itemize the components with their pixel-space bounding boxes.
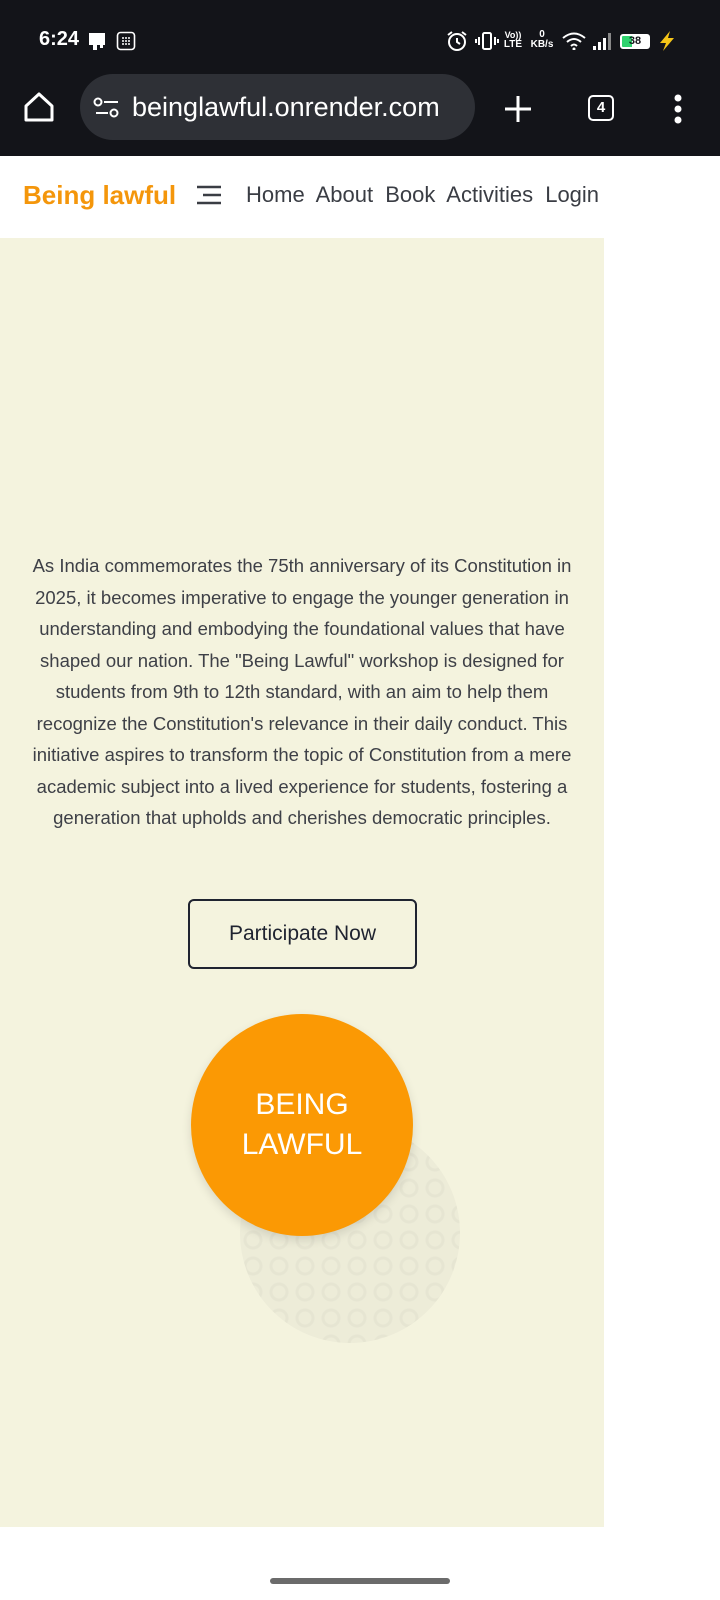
keypad-notification-icon — [116, 31, 136, 56]
site-header: Being lawful Home About Book Activities … — [0, 156, 604, 238]
being-lawful-logo: BEING LAWFUL — [191, 1014, 413, 1236]
status-bar: 6:24 Vo)) LTE 0 KB/s 38 — [0, 0, 720, 82]
site-nav: Home About Book Activities Login — [246, 182, 605, 208]
vibrate-icon — [475, 31, 499, 56]
more-options-icon[interactable] — [673, 94, 683, 129]
web-page: Being lawful Home About Book Activities … — [0, 156, 604, 1527]
site-settings-icon[interactable] — [93, 97, 121, 124]
tab-switcher-button[interactable]: 4 — [588, 95, 614, 121]
new-tab-icon[interactable] — [503, 94, 533, 129]
volte-indicator: Vo)) LTE — [503, 30, 523, 50]
hamburger-menu-icon[interactable] — [196, 182, 222, 213]
logo-text: BEING LAWFUL — [241, 1088, 363, 1161]
nav-home-link[interactable]: Home — [246, 182, 305, 207]
home-icon[interactable] — [22, 91, 56, 128]
network-speed: 0 KB/s — [528, 30, 556, 50]
nav-login-link[interactable]: Login — [545, 182, 599, 207]
nav-activities-link[interactable]: Activities — [446, 182, 533, 207]
intro-paragraph: As India commemorates the 75th anniversa… — [32, 555, 572, 828]
nav-about-link[interactable]: About — [316, 182, 374, 207]
participate-now-button[interactable]: Participate Now — [188, 899, 417, 969]
sim-notification-icon — [87, 31, 107, 56]
site-brand-link[interactable]: Being lawful — [23, 180, 176, 211]
gesture-home-indicator[interactable] — [270, 1578, 450, 1584]
nav-book-link[interactable]: Book — [385, 182, 435, 207]
status-time: 6:24 — [39, 28, 80, 50]
url-text[interactable]: beinglawful.onrender.com — [132, 92, 440, 123]
battery-indicator: 38 — [620, 34, 650, 49]
alarm-icon — [446, 30, 468, 57]
volte-bottom-label: LTE — [503, 39, 523, 50]
wifi-icon — [562, 32, 586, 55]
charging-icon — [656, 30, 678, 57]
signal-icon — [592, 32, 614, 55]
network-speed-unit: KB/s — [530, 39, 554, 50]
